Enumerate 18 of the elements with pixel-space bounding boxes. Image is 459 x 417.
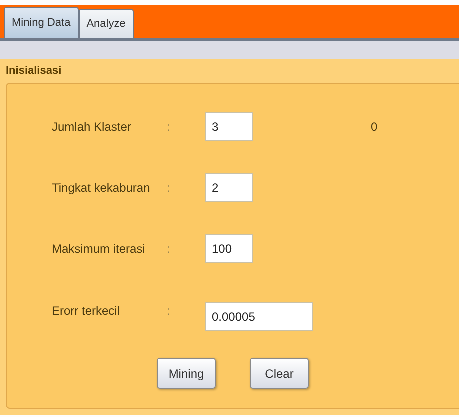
field-label: Erorr terkecil: [52, 304, 122, 318]
tab[interactable]: Analyze: [78, 9, 134, 38]
field-label: Tingkat kekaburan: [52, 181, 152, 195]
clear-button[interactable]: Clear: [250, 358, 309, 389]
panel-title: Inisialisasi: [6, 65, 63, 77]
input-field[interactable]: 100: [205, 234, 253, 263]
result-value: 0: [371, 120, 378, 134]
input-field[interactable]: 3: [205, 112, 253, 141]
field-label: Jumlah Klaster: [52, 120, 132, 134]
colon-separator: :: [167, 304, 172, 318]
field-label: Maksimum iterasi: [52, 242, 146, 256]
input-field[interactable]: 2: [205, 173, 253, 202]
mining-button[interactable]: Mining: [157, 358, 216, 389]
tab[interactable]: Mining Data: [4, 7, 79, 38]
colon-separator: :: [167, 120, 172, 134]
colon-separator: :: [167, 242, 172, 256]
input-field[interactable]: 0.00005: [205, 302, 313, 331]
colon-separator: :: [167, 181, 172, 195]
